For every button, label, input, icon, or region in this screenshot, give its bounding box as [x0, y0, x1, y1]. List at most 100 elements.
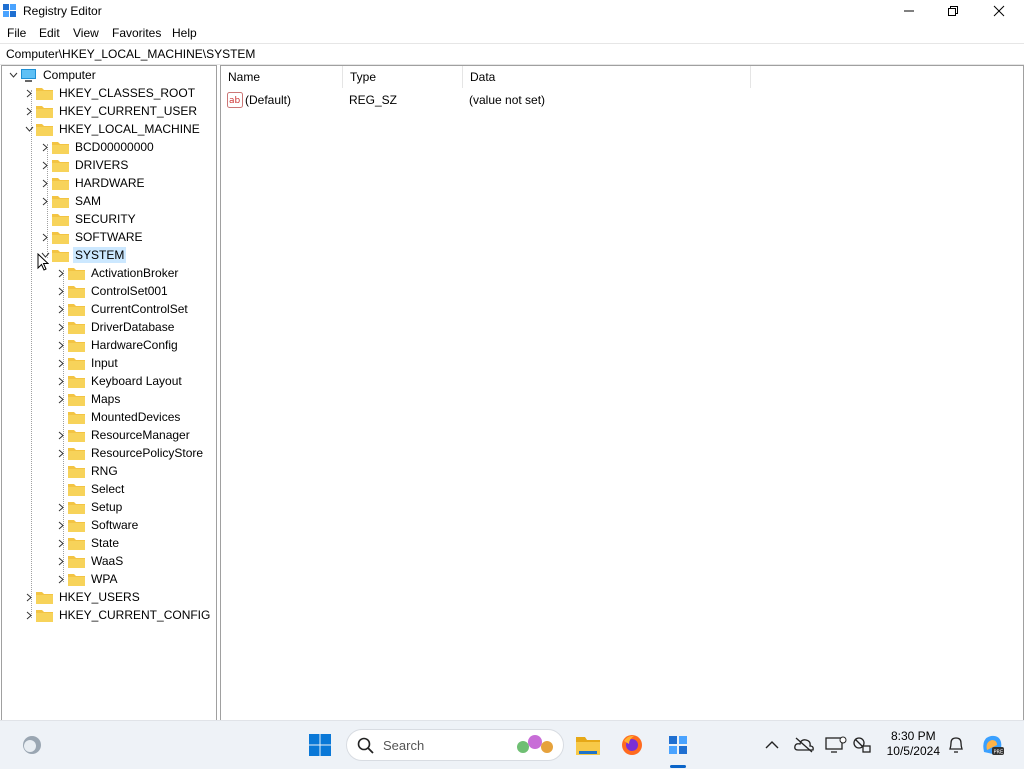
menu-edit[interactable]: Edit	[39, 26, 60, 40]
chevron-right-icon[interactable]	[54, 570, 68, 588]
chevron-right-icon[interactable]	[54, 390, 68, 408]
chevron-right-icon[interactable]	[38, 192, 52, 210]
chevron-right-icon[interactable]	[54, 498, 68, 516]
tree-item-driverdatabase[interactable]: DriverDatabase	[54, 318, 176, 336]
tree-item-software[interactable]: SOFTWARE	[38, 228, 145, 246]
search-box[interactable]: Search	[346, 729, 564, 761]
title-bar[interactable]: Registry Editor	[0, 0, 1024, 22]
tree-item-drivers[interactable]: DRIVERS	[38, 156, 130, 174]
show-hidden-icons-button[interactable]	[758, 731, 786, 759]
value-name: (Default)	[245, 93, 292, 107]
chevron-right-icon[interactable]	[22, 84, 36, 102]
tree-item-hkey-local-machine[interactable]: HKEY_LOCAL_MACHINE	[22, 120, 202, 138]
value-row[interactable]: ab (Default) REG_SZ (value not set)	[221, 90, 1021, 110]
chevron-right-icon[interactable]	[54, 264, 68, 282]
tree-item-state[interactable]: State	[54, 534, 121, 552]
tree-item-hardwareconfig[interactable]: HardwareConfig	[54, 336, 180, 354]
chevron-right-icon[interactable]	[38, 174, 52, 192]
firefox-icon	[622, 735, 642, 755]
tree-item-currentcontrolset[interactable]: CurrentControlSet	[54, 300, 190, 318]
tree-item-input[interactable]: Input	[54, 354, 120, 372]
tree-item-sam[interactable]: SAM	[38, 192, 103, 210]
clock[interactable]: 8:30 PM 10/5/2024	[887, 729, 940, 759]
tree-item-software[interactable]: Software	[54, 516, 140, 534]
chevron-right-icon[interactable]	[38, 156, 52, 174]
registry-editor-taskbar-button[interactable]	[664, 731, 692, 759]
tree-item-hardware[interactable]: HARDWARE	[38, 174, 147, 192]
folder-icon	[36, 105, 53, 118]
tree-item-system[interactable]: SYSTEM	[38, 246, 127, 264]
copilot-button[interactable]: PRE	[978, 731, 1006, 759]
folder-open-icon	[36, 123, 53, 136]
column-header-type[interactable]: Type	[343, 66, 463, 88]
tree-item-mounteddevices[interactable]: MountedDevices	[54, 408, 182, 426]
chevron-right-icon[interactable]	[22, 588, 36, 606]
chevron-right-icon[interactable]	[54, 300, 68, 318]
onedrive-button[interactable]	[790, 731, 818, 759]
chevron-right-icon[interactable]	[38, 138, 52, 156]
chevron-right-icon[interactable]	[54, 426, 68, 444]
tree-label: HardwareConfig	[91, 338, 178, 352]
firefox-button[interactable]	[618, 731, 646, 759]
folder-open-icon	[52, 249, 69, 262]
tree-item-keyboard-layout[interactable]: Keyboard Layout	[54, 372, 184, 390]
tree-item-hkey-users[interactable]: HKEY_USERS	[22, 588, 142, 606]
copilot-icon: PRE	[983, 735, 1004, 756]
menu-favorites[interactable]: Favorites	[112, 26, 161, 40]
network-button[interactable]	[848, 731, 876, 759]
clock-date: 10/5/2024	[886, 744, 940, 758]
tree-item-select[interactable]: Select	[54, 480, 126, 498]
start-button[interactable]	[306, 731, 334, 759]
chevron-right-icon[interactable]	[22, 606, 36, 624]
chevron-right-icon[interactable]	[54, 318, 68, 336]
chevron-down-icon[interactable]	[22, 120, 36, 138]
minimize-button[interactable]	[886, 0, 932, 22]
column-header-name[interactable]: Name	[221, 66, 343, 88]
key-tree[interactable]: Computer HKEY_CLASSES_ROOT HKEY_CURRENT_…	[1, 65, 217, 721]
tree-item-setup[interactable]: Setup	[54, 498, 124, 516]
maximize-button[interactable]	[930, 0, 976, 22]
tree-item-hkey-current-user[interactable]: HKEY_CURRENT_USER	[22, 102, 199, 120]
address-bar[interactable]: Computer\HKEY_LOCAL_MACHINE\SYSTEM	[0, 43, 1024, 65]
tree-item-resourcemanager[interactable]: ResourceManager	[54, 426, 192, 444]
tree-item-activationbroker[interactable]: ActivationBroker	[54, 264, 180, 282]
menu-help[interactable]: Help	[172, 26, 197, 40]
tree-item-computer[interactable]: Computer	[6, 66, 98, 84]
display-button[interactable]	[822, 731, 850, 759]
tree-item-controlset001[interactable]: ControlSet001	[54, 282, 170, 300]
notifications-button[interactable]	[942, 731, 970, 759]
tree-item-waas[interactable]: WaaS	[54, 552, 125, 570]
file-explorer-button[interactable]	[574, 731, 602, 759]
tree-label-selected: SYSTEM	[73, 247, 127, 263]
tree-item-maps[interactable]: Maps	[54, 390, 122, 408]
widgets-button[interactable]	[18, 731, 46, 759]
chevron-right-icon[interactable]	[54, 552, 68, 570]
tree-item-resourcepolicystore[interactable]: ResourcePolicyStore	[54, 444, 205, 462]
chevron-right-icon[interactable]	[38, 228, 52, 246]
menu-view[interactable]: View	[73, 26, 99, 40]
folder-icon	[68, 555, 85, 568]
tree-label: SAM	[75, 194, 102, 208]
chevron-down-icon[interactable]	[6, 66, 20, 84]
chevron-right-icon[interactable]	[54, 372, 68, 390]
minimize-icon	[904, 10, 914, 12]
chevron-right-icon[interactable]	[54, 354, 68, 372]
folder-icon	[68, 375, 85, 388]
chevron-right-icon[interactable]	[54, 282, 68, 300]
chevron-right-icon[interactable]	[22, 102, 36, 120]
chevron-right-icon[interactable]	[54, 336, 68, 354]
close-button[interactable]	[976, 0, 1022, 22]
tree-item-rng[interactable]: RNG	[54, 462, 120, 480]
tree-item-hkey-current-config[interactable]: HKEY_CURRENT_CONFIG	[22, 606, 212, 624]
tree-item-security[interactable]: SECURITY	[38, 210, 138, 228]
address-path[interactable]: Computer\HKEY_LOCAL_MACHINE\SYSTEM	[6, 47, 255, 61]
chevron-right-icon[interactable]	[54, 534, 68, 552]
tree-item-hkey-classes-root[interactable]: HKEY_CLASSES_ROOT	[22, 84, 197, 102]
tree-item-bcd[interactable]: BCD00000000	[38, 138, 156, 156]
chevron-right-icon[interactable]	[54, 444, 68, 462]
chevron-right-icon[interactable]	[54, 516, 68, 534]
menu-file[interactable]: File	[7, 26, 26, 40]
column-header-data[interactable]: Data	[463, 66, 751, 88]
values-list[interactable]: Name Type Data ab (Default) REG_SZ (valu…	[220, 65, 1024, 721]
tree-item-wpa[interactable]: WPA	[54, 570, 119, 588]
